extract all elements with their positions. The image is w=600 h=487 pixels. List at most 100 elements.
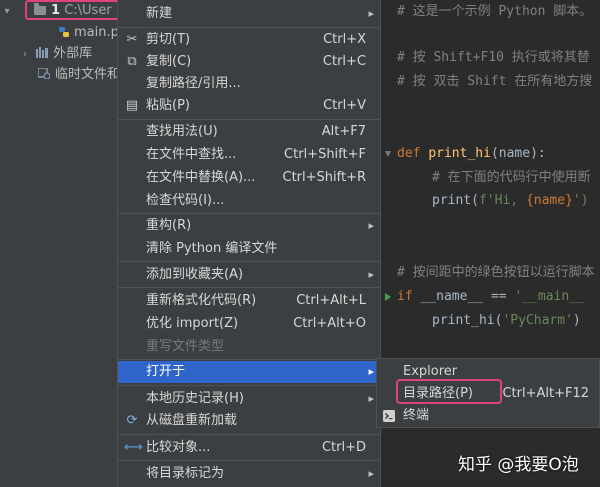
tree-external-libraries-label: 外部库 — [53, 46, 93, 61]
if-condition: __name__ == — [412, 289, 515, 304]
menu-item-label: 添加到收藏夹(A) — [146, 267, 244, 282]
menu-item-label: 剪切(T) — [146, 32, 191, 47]
terminal-icon — [383, 410, 395, 422]
menu-item-shortcut: Ctrl+Alt+L — [296, 293, 366, 308]
code-line-print2: print_hi('PyCharm') — [432, 311, 581, 331]
menu-item-compare-with[interactable]: ⟷ 比较对象... Ctrl+D — [118, 437, 380, 459]
scratch-icon — [38, 68, 50, 79]
submenu-item-shortcut: Ctrl+Alt+F12 — [502, 386, 589, 401]
menu-item-find-usages[interactable]: 查找用法(U) Alt+F7 — [118, 121, 380, 143]
menu-item-label: 本地历史记录(H) — [146, 391, 244, 406]
tree-file-name: main.p — [74, 25, 119, 40]
chevron-right-icon: ▸ — [368, 7, 374, 20]
menu-item-replace-in-files[interactable]: 在文件中替换(A)... Ctrl+Shift+R — [118, 167, 380, 189]
menu-item-add-favorites[interactable]: 添加到收藏夹(A) ▸ — [118, 264, 380, 286]
code-line-2: # 按 Shift+F10 执行或将其替 — [397, 50, 590, 65]
menu-item-inspect-code[interactable]: 检查代码(I)... — [118, 190, 380, 212]
if-keyword: if — [397, 289, 413, 304]
menu-separator — [118, 213, 380, 214]
code-line-def: def print_hi(name): — [397, 144, 546, 164]
menu-item-label: 清除 Python 编译文件 — [146, 241, 278, 256]
reload-icon: ⟳ — [126, 413, 138, 428]
menu-separator — [118, 434, 380, 435]
directory-path-highlight-box — [396, 379, 502, 404]
menu-item-cut[interactable]: ✂ 剪切(T) Ctrl+X — [118, 29, 380, 51]
menu-item-label: 在文件中查找... — [146, 147, 237, 162]
code-line-3: # 按 双击 Shift 在所有地方搜 — [397, 74, 593, 89]
menu-item-label: 从磁盘重新加载 — [146, 413, 238, 428]
menu-item-shortcut: Alt+F7 — [321, 124, 366, 139]
code-line-inner-comment: # 在下面的代码行中使用断 — [432, 170, 591, 185]
root-highlight-box — [25, 0, 124, 20]
chevron-right-icon: ▸ — [368, 392, 374, 405]
menu-item-label: 重写文件类型 — [146, 339, 225, 354]
function-name: print_hi — [428, 146, 491, 161]
scissors-icon: ✂ — [126, 32, 138, 47]
menu-item-label: 复制路径/引用... — [146, 76, 241, 91]
menu-item-label: 重新格式化代码(R) — [146, 293, 257, 308]
menu-item-clean-python[interactable]: 清除 Python 编译文件 — [118, 238, 380, 260]
menu-item-shortcut: Ctrl+D — [321, 440, 366, 455]
function-params: (name): — [490, 146, 546, 161]
print2-string: 'PyCharm' — [502, 313, 573, 328]
chevron-right-icon[interactable]: › — [18, 44, 32, 66]
code-line-if: if __name__ == '__main__ — [397, 287, 585, 307]
menu-item-shortcut: Ctrl+C — [322, 54, 366, 69]
menu-item-optimize-imports[interactable]: 优化 import(Z) Ctrl+Alt+O — [118, 313, 380, 335]
tree-scratches-label: 临时文件和 — [55, 67, 121, 82]
menu-item-refactor[interactable]: 重构(R) ▸ — [118, 215, 380, 237]
menu-item-label: 检查代码(I)... — [146, 193, 225, 208]
paste-icon: ▤ — [125, 98, 139, 113]
copy-icon: ⧉ — [127, 54, 137, 69]
def-keyword: def — [397, 146, 421, 161]
chevron-right-icon: ▸ — [368, 365, 374, 378]
fold-marker-icon[interactable] — [384, 150, 392, 158]
menu-item-label: 新建 — [146, 6, 173, 21]
menu-separator — [118, 385, 380, 386]
menu-item-shortcut: Ctrl+Shift+R — [282, 170, 367, 185]
menu-item-mark-directory-as[interactable]: 将目录标记为 ▸ — [118, 463, 380, 485]
menu-item-shortcut: Ctrl+Shift+F — [284, 147, 366, 162]
menu-item-local-history[interactable]: 本地历史记录(H) ▸ — [118, 388, 380, 410]
menu-item-new[interactable]: 新建 ▸ — [118, 3, 380, 25]
chevron-right-icon: ▸ — [368, 467, 374, 480]
menu-separator — [118, 261, 380, 262]
menu-item-copy[interactable]: ⧉ 复制(C) Ctrl+C — [118, 51, 380, 73]
menu-item-label: 将目录标记为 — [146, 466, 225, 481]
submenu-item-terminal[interactable]: 终端 — [377, 405, 599, 427]
menu-separator — [118, 27, 380, 28]
run-marker-icon[interactable] — [384, 293, 392, 301]
tree-file-row[interactable]: main.p — [58, 22, 119, 44]
code-line-print1: print(f'Hi, {name}') — [432, 191, 589, 211]
project-tree: ▾ 1 C:\User main.p › 外部库 临时文件和 — [0, 0, 124, 487]
menu-item-reload-from-disk[interactable]: ⟳ 从磁盘重新加载 — [118, 410, 380, 432]
context-menu: 新建 ▸ ✂ 剪切(T) Ctrl+X ⧉ 复制(C) Ctrl+C 复制路径/… — [117, 0, 381, 487]
python-file-icon — [59, 27, 69, 37]
menu-separator — [118, 359, 380, 360]
chevron-down-icon[interactable]: ▾ — [0, 1, 14, 23]
menu-separator — [118, 460, 380, 461]
menu-item-copy-path[interactable]: 复制路径/引用... — [118, 73, 380, 95]
print1-call: print( — [432, 193, 479, 208]
menu-item-label: 粘贴(P) — [146, 98, 190, 113]
print1-end: ') — [572, 193, 589, 208]
tree-external-libraries[interactable]: › 外部库 — [18, 43, 92, 65]
menu-separator — [118, 119, 380, 120]
code-line-1: # 这是一个示例 Python 脚本。 — [397, 4, 593, 19]
print1-string: f'Hi, — [478, 193, 526, 208]
menu-separator — [118, 287, 380, 288]
menu-item-label: 复制(C) — [146, 54, 192, 69]
tree-scratches[interactable]: 临时文件和 — [38, 64, 120, 86]
menu-item-label: 查找用法(U) — [146, 124, 218, 139]
watermark: 知乎 @我要O泡 — [458, 455, 579, 475]
library-icon — [36, 47, 49, 58]
chevron-right-icon: ▸ — [368, 268, 374, 281]
menu-item-paste[interactable]: ▤ 粘贴(P) Ctrl+V — [118, 95, 380, 117]
print2-call: print_hi( — [432, 313, 503, 328]
menu-item-open-in[interactable]: 打开于 ▸ — [118, 361, 380, 383]
compare-icon: ⟷ — [124, 440, 143, 455]
menu-item-reformat-code[interactable]: 重新格式化代码(R) Ctrl+Alt+L — [118, 290, 380, 312]
chevron-right-icon: ▸ — [368, 219, 374, 232]
menu-item-find-in-files[interactable]: 在文件中查找... Ctrl+Shift+F — [118, 144, 380, 166]
menu-item-label: 在文件中替换(A)... — [146, 170, 256, 185]
